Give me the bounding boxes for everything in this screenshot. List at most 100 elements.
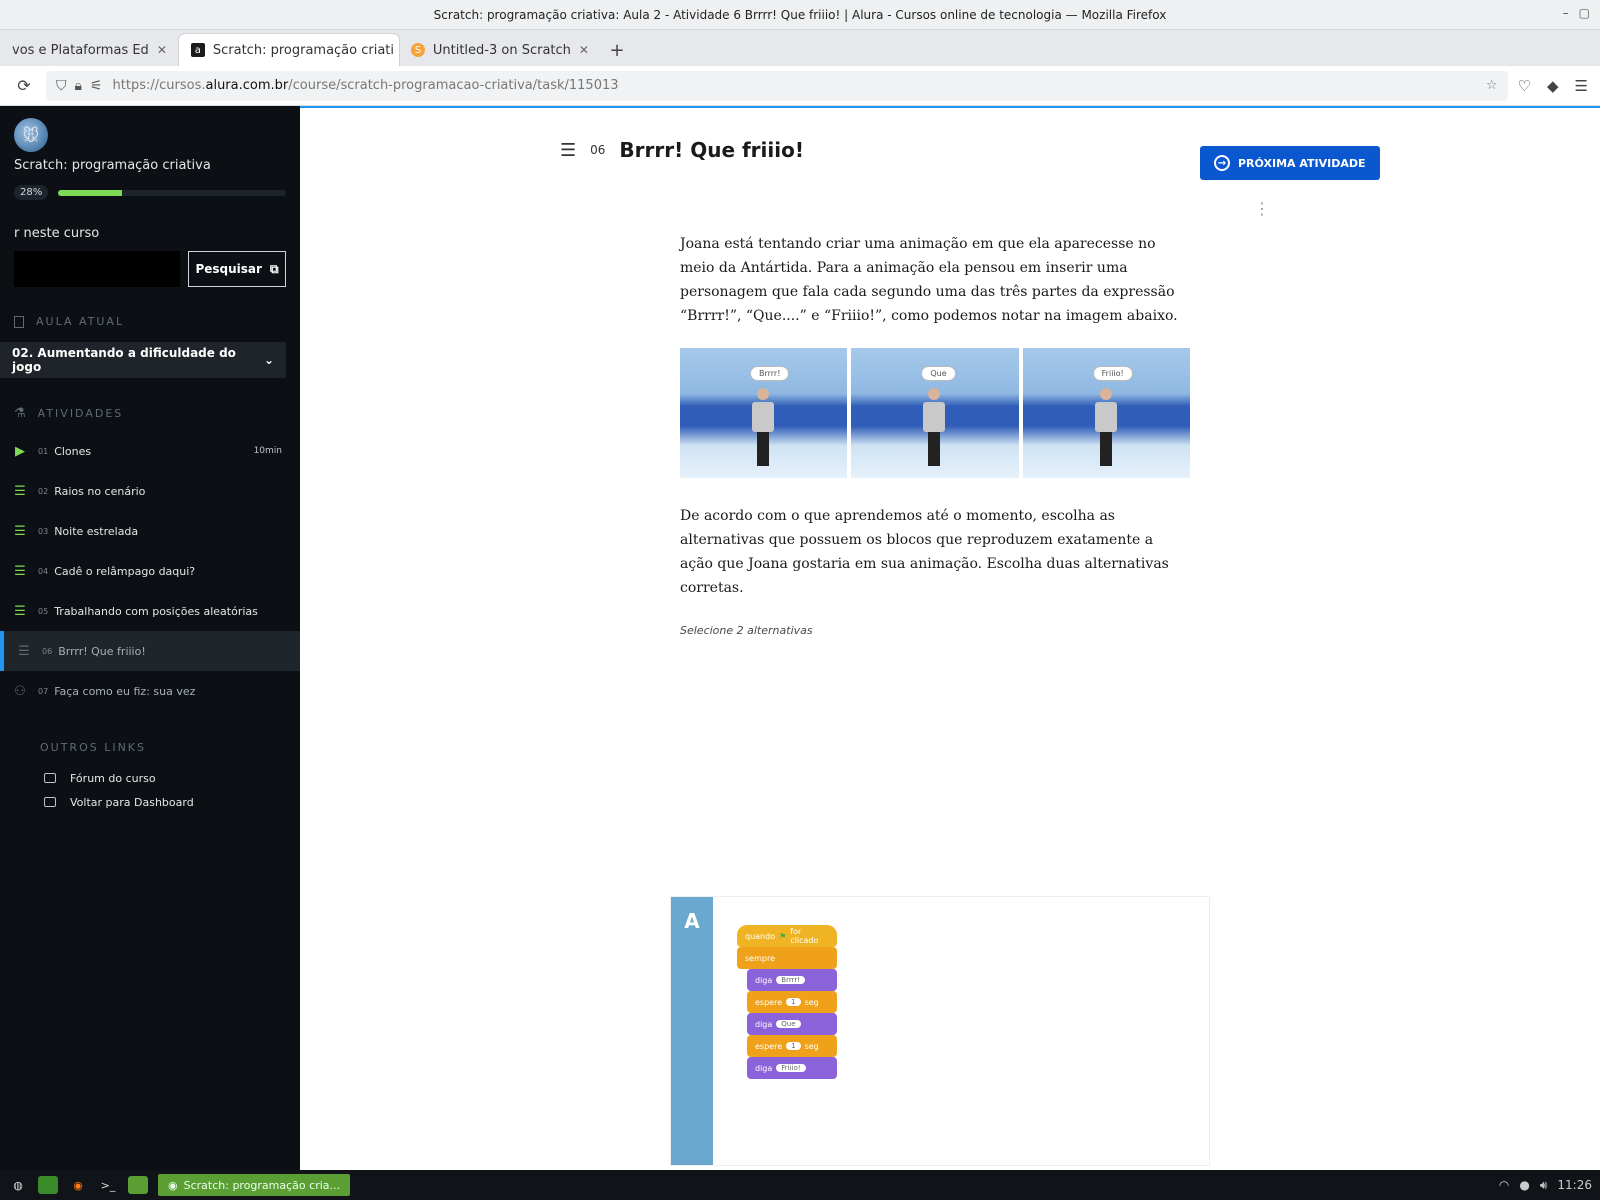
wait-block: espere 1 seg [747, 991, 837, 1013]
files-icon[interactable] [38, 1176, 58, 1194]
arrow-right-icon: → [1214, 155, 1230, 171]
tab-platforms[interactable]: vos e Plataformas Ed ✕ [0, 34, 179, 66]
dashboard-link[interactable]: Voltar para Dashboard [0, 790, 300, 814]
activity-item-posicoes[interactable]: ☰ 05 Trabalhando com posições aleatórias [0, 591, 300, 631]
maximize-icon[interactable]: ▢ [1579, 6, 1590, 20]
activity-list-toggle-icon[interactable]: ☰ [560, 140, 576, 161]
tab-scratch-project[interactable]: S Untitled-3 on Scratch ✕ [399, 34, 601, 66]
close-tab-icon[interactable]: ✕ [579, 43, 589, 57]
other-links-heading: OUTROS LINKS [40, 741, 147, 754]
activity-list: ▶ 01 Clones 10min ☰ 02 Raios no cenário … [0, 431, 300, 711]
pocket-icon[interactable]: ♡ [1518, 77, 1531, 95]
terminal-icon[interactable]: >_ [98, 1176, 118, 1194]
green-flag-icon: ⚑ [779, 931, 787, 941]
course-avatar: 🐭 [14, 118, 48, 152]
lesson-selector-value: 02. Aumentando a dificuldade do jogo [12, 346, 236, 374]
search-button-label: Pesquisar [195, 262, 262, 276]
activity-item-relampago[interactable]: ☰ 04 Cadê o relâmpago daqui? [0, 551, 300, 591]
tab-label: vos e Plataformas Ed [12, 42, 149, 58]
course-search-input[interactable] [14, 251, 180, 287]
course-title[interactable]: Scratch: programação criativa [14, 158, 286, 173]
external-link-icon: ⧉ [269, 261, 279, 276]
task-content: ☰ 06 Brrrr! Que friiio! → PRÓXIMA ATIVID… [300, 106, 1600, 1170]
wait-block: espere 1 seg [747, 1035, 837, 1057]
start-menu-icon[interactable]: ◍ [8, 1176, 28, 1194]
permissions-icon[interactable]: ⚟ [90, 78, 103, 94]
activity-label: Faça como eu fiz: sua vez [54, 684, 196, 698]
more-options-icon[interactable]: ⋮ [1252, 198, 1272, 218]
close-tab-icon[interactable]: ✕ [157, 43, 167, 57]
reload-icon[interactable]: ⟳ [12, 74, 36, 98]
activity-item-brrrr[interactable]: ☰ 06 Brrrr! Que friiio! [0, 631, 300, 671]
alternative-a[interactable]: A quando ⚑ for clicado sempre diga Brrrr! e… [670, 896, 1210, 1166]
scratch-favicon-icon: S [410, 43, 425, 57]
progress-fill [58, 189, 122, 196]
list-icon: ☰ [14, 603, 26, 619]
network-icon[interactable]: ● [1519, 1178, 1529, 1193]
tab-label: Untitled-3 on Scratch [432, 42, 571, 58]
new-tab-button[interactable]: + [601, 34, 633, 66]
forever-block: sempre [737, 947, 837, 969]
list-icon: ☰ [14, 523, 26, 539]
page-progress-line [300, 106, 1600, 108]
activity-item-raios[interactable]: ☰ 02 Raios no cenário [0, 471, 300, 511]
list-icon: ☰ [18, 643, 30, 659]
lesson-selector[interactable]: 02. Aumentando a dificuldade do jogo ⌄ [0, 342, 286, 378]
activity-item-faca-como[interactable]: ⚇ 07 Faça como eu fiz: sua vez [0, 671, 300, 711]
activity-label: Cadê o relâmpago daqui? [54, 564, 196, 578]
os-taskbar: ◍ ◉ >_ ◉ Scratch: programação cria... ◠ … [0, 1170, 1600, 1200]
taskbar-window-firefox[interactable]: ◉ Scratch: programação cria... [158, 1174, 351, 1196]
say-block: diga Que [747, 1013, 837, 1035]
activity-label: Raios no cenário [54, 484, 146, 498]
tab-scratch-course[interactable]: a Scratch: programação criati ✕ [178, 34, 399, 66]
shield-icon[interactable]: ⛉ [56, 78, 67, 94]
search-row: Pesquisar ⧉ [0, 241, 300, 287]
task-number: 06 [590, 143, 606, 157]
say-block: diga Brrrr! [747, 969, 837, 991]
list-icon: ☰ [14, 483, 26, 499]
activity-label: Trabalhando com posições aleatórias [54, 604, 258, 618]
scratch-code-blocks: quando ⚑ for clicado sempre diga Brrrr! esp… [737, 925, 837, 1079]
address-bar[interactable]: ⛉ 🔒︎ ⚟ https://cursos.alura.com.br/cours… [46, 70, 1508, 101]
scene-panel-3: Friiio! [1022, 348, 1190, 478]
window-controls: – ▢ [1563, 6, 1590, 20]
speech-bubble: Friiio! [1092, 366, 1133, 381]
toolbar-icons: ♡ ◆ ☰ [1518, 77, 1588, 95]
flask-icon: ⚗ [14, 406, 26, 421]
clock[interactable]: 11:26 [1557, 1178, 1592, 1193]
progress-bar [58, 189, 286, 196]
alura-favicon-icon: a [190, 43, 205, 57]
url-text: https://cursos.alura.com.br/course/scrat… [112, 78, 619, 93]
character-figure [921, 388, 947, 470]
list-icon: ☰ [14, 563, 26, 579]
lock-icon[interactable]: 🔒︎ [75, 78, 82, 94]
chat-icon [44, 773, 56, 783]
bookmark-star-icon[interactable]: ☆ [1486, 78, 1498, 93]
activity-item-noite[interactable]: ☰ 03 Noite estrelada [0, 511, 300, 551]
firefox-icon[interactable]: ◉ [68, 1176, 88, 1194]
video-icon: ▶ [15, 443, 25, 459]
progress-percent: 28% [14, 185, 49, 200]
sidebar-header: 🐭 Scratch: programação criativa 28% [0, 106, 300, 200]
next-activity-label: PRÓXIMA ATIVIDADE [1238, 156, 1366, 170]
task-illustration: Brrrr! Que Friiio! [680, 348, 1190, 478]
minimize-icon[interactable]: – [1563, 6, 1569, 20]
folder-icon[interactable] [128, 1176, 148, 1194]
activity-duration: 10min [253, 446, 282, 456]
activity-item-clones[interactable]: ▶ 01 Clones 10min [0, 431, 300, 471]
menu-icon[interactable]: ☰ [1575, 77, 1588, 95]
course-sidebar: 🐭 Scratch: programação criativa 28% r ne… [0, 106, 300, 1170]
wifi-icon[interactable]: ◠ [1499, 1178, 1509, 1193]
extension-icon[interactable]: ◆ [1547, 77, 1559, 95]
selection-hint: Selecione 2 alternativas [680, 624, 813, 637]
next-activity-button[interactable]: → PRÓXIMA ATIVIDADE [1200, 146, 1380, 180]
volume-icon[interactable]: 🔊︎ [1540, 1178, 1548, 1193]
search-button[interactable]: Pesquisar ⧉ [188, 251, 286, 287]
speech-bubble: Que [921, 366, 956, 381]
activity-label: Clones [54, 444, 92, 458]
forum-link[interactable]: Fórum do curso [0, 766, 300, 790]
other-links: OUTROS LINKS Fórum do curso Voltar para … [0, 741, 300, 814]
alternative-letter: A [671, 897, 713, 1165]
say-block: diga Friiio! [747, 1057, 837, 1079]
app-area: 🐭 Scratch: programação criativa 28% r ne… [0, 106, 1600, 1170]
